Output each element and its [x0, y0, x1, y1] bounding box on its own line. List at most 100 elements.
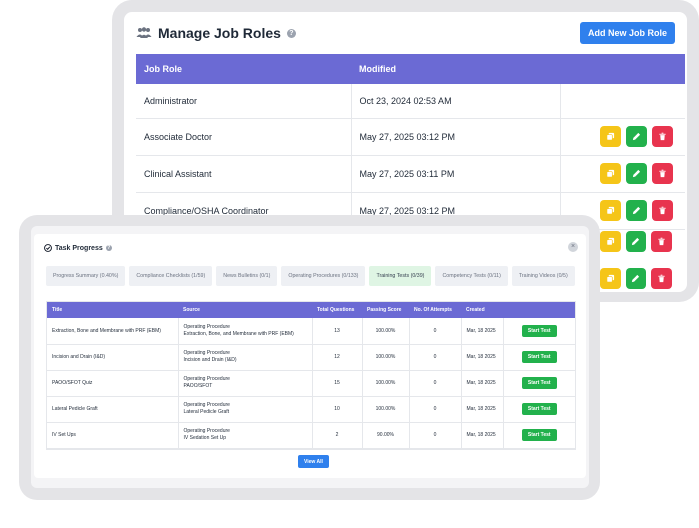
test-passing-score: 100.00%	[362, 396, 410, 423]
test-questions: 15	[312, 370, 363, 397]
test-title: IV Set Ups	[47, 422, 179, 449]
pencil-icon[interactable]	[625, 268, 647, 289]
test-attempts: 0	[409, 370, 462, 397]
task-progress-header: Task Progress ?	[44, 244, 112, 252]
tab-operating-procedures[interactable]: Operating Procedures (0/133)	[281, 266, 366, 286]
tab-training-tests[interactable]: Training Tests (0/39)	[369, 266, 432, 286]
check-circle-icon	[44, 244, 52, 252]
role-name: Associate Doctor	[136, 118, 352, 156]
test-action-cell: Start Test	[503, 396, 575, 423]
table-row: Incision and Drain (I&D) Operating Proce…	[47, 344, 575, 371]
table-header-row: Job Role Modified	[136, 54, 685, 84]
page-title: Manage Job Roles	[158, 25, 281, 41]
copy-icon[interactable]	[600, 163, 621, 184]
column-header-job-role[interactable]: Job Role	[136, 54, 351, 84]
help-icon[interactable]: ?	[286, 28, 296, 38]
row-actions	[599, 268, 672, 289]
table-row: PAOO/SFOT Quiz Operating Procedure PAOO/S…	[47, 370, 575, 397]
table-row: Extraction, Bone and Membrane with PRF (…	[47, 318, 575, 345]
column-header-action	[503, 302, 575, 318]
column-header-source[interactable]: Source	[178, 302, 312, 318]
test-passing-score: 100.00%	[362, 344, 410, 371]
trash-icon[interactable]	[652, 200, 673, 221]
test-created: Mar, 18 2025	[461, 396, 504, 423]
source-type: Operating Procedure	[183, 428, 230, 434]
test-questions: 13	[312, 318, 363, 345]
test-created: Mar, 18 2025	[461, 344, 504, 371]
test-action-cell: Start Test	[503, 318, 575, 345]
column-header-title[interactable]: Title	[47, 302, 178, 318]
trash-icon[interactable]	[652, 163, 673, 184]
pencil-icon[interactable]	[626, 163, 647, 184]
test-action-cell: Start Test	[503, 370, 575, 397]
training-tests-table-wrap: Title Source Total Questions Passing Sco…	[46, 301, 576, 450]
pencil-icon[interactable]	[626, 200, 647, 221]
row-actions	[560, 155, 685, 193]
test-created: Mar, 18 2025	[461, 422, 504, 449]
test-source: Operating Procedure Lateral Pedicle Graft	[178, 396, 313, 423]
tab-compliance-checklists[interactable]: Compliance Checklists (1/59)	[129, 266, 213, 286]
view-all-button[interactable]: View All	[298, 455, 329, 468]
table-row: Lateral Pedicle Graft Operating Procedur…	[47, 396, 575, 423]
test-source: Operating Procedure IV Sedation Set Up	[178, 422, 313, 449]
column-header-created[interactable]: Created	[461, 302, 503, 318]
task-progress-title: Task Progress	[55, 244, 103, 252]
tab-training-videos[interactable]: Training Videos (0/5)	[511, 266, 575, 286]
source-name: Incision and Drain (I&D)	[183, 357, 237, 363]
source-name: PAOO/SFOT	[183, 383, 213, 389]
pencil-icon[interactable]	[625, 231, 647, 252]
start-test-button[interactable]: Start Test	[521, 324, 557, 337]
table-header-row: Title Source Total Questions Passing Sco…	[47, 302, 575, 318]
trash-icon[interactable]	[652, 126, 673, 147]
row-actions	[560, 84, 685, 119]
test-passing-score: 90.00%	[362, 422, 410, 449]
table-row: Administrator Oct 23, 2024 02:53 AM	[136, 84, 685, 119]
copy-icon[interactable]	[599, 231, 621, 252]
tab-competency-tests[interactable]: Competency Tests (0/11)	[435, 266, 508, 286]
column-header-passing-score[interactable]: Passing Score	[362, 302, 409, 318]
test-questions: 12	[312, 344, 363, 371]
source-type: Operating Procedure	[183, 350, 230, 356]
job-roles-table: Job Role Modified Administrator Oct 23, …	[136, 54, 685, 230]
row-actions	[599, 231, 672, 252]
test-source: Operating Procedure Extraction, Bone, and…	[178, 318, 313, 345]
copy-icon[interactable]	[600, 200, 621, 221]
source-name: Extraction, Bone, and Membrane with PRF …	[183, 330, 294, 337]
column-header-total-questions[interactable]: Total Questions	[312, 302, 362, 318]
table-row: Clinical Assistant May 27, 2025 03:11 PM	[136, 155, 685, 193]
role-modified: May 27, 2025 03:11 PM	[351, 155, 561, 193]
tab-news-bulletins[interactable]: News Bulletins (0/1)	[216, 266, 278, 286]
test-title: Extraction, Bone and Membrane with PRF (…	[47, 318, 179, 345]
role-modified: May 27, 2025 03:12 PM	[351, 118, 561, 156]
source-name: IV Sedation Set Up	[183, 435, 227, 441]
start-test-button[interactable]: Start Test	[521, 429, 557, 441]
test-action-cell: Start Test	[503, 422, 575, 449]
trash-icon[interactable]	[651, 231, 672, 252]
tab-progress-summary[interactable]: Progress Summary (0.40%)	[46, 266, 126, 286]
source-type: Operating Procedure	[183, 376, 230, 382]
close-icon[interactable]: ×	[568, 242, 578, 252]
test-source: Operating Procedure Incision and Drain (I…	[178, 344, 313, 371]
trash-icon[interactable]	[651, 268, 672, 289]
source-type: Operating Procedure	[183, 402, 230, 408]
add-job-role-button[interactable]: Add New Job Role	[579, 22, 675, 44]
copy-icon[interactable]	[600, 126, 621, 147]
test-questions: 10	[312, 396, 363, 423]
start-test-button[interactable]: Start Test	[521, 351, 557, 363]
copy-icon[interactable]	[599, 268, 621, 289]
start-test-button[interactable]: Start Test	[521, 403, 557, 415]
test-attempts: 0	[409, 344, 462, 371]
table-row: Associate Doctor May 27, 2025 03:12 PM	[136, 118, 685, 156]
source-name: Lateral Pedicle Graft	[183, 409, 230, 415]
test-passing-score: 100.00%	[362, 370, 410, 397]
column-header-modified[interactable]: Modified	[351, 54, 560, 84]
users-icon	[136, 27, 152, 39]
pencil-icon[interactable]	[626, 126, 647, 147]
test-attempts: 0	[409, 422, 462, 449]
column-header-attempts[interactable]: No. Of Attempts	[409, 302, 461, 318]
test-source: Operating Procedure PAOO/SFOT	[178, 370, 313, 397]
start-test-button[interactable]: Start Test	[521, 377, 557, 389]
test-title: Incision and Drain (I&D)	[47, 344, 179, 371]
role-name: Administrator	[136, 84, 352, 119]
help-icon[interactable]: ?	[105, 245, 112, 251]
